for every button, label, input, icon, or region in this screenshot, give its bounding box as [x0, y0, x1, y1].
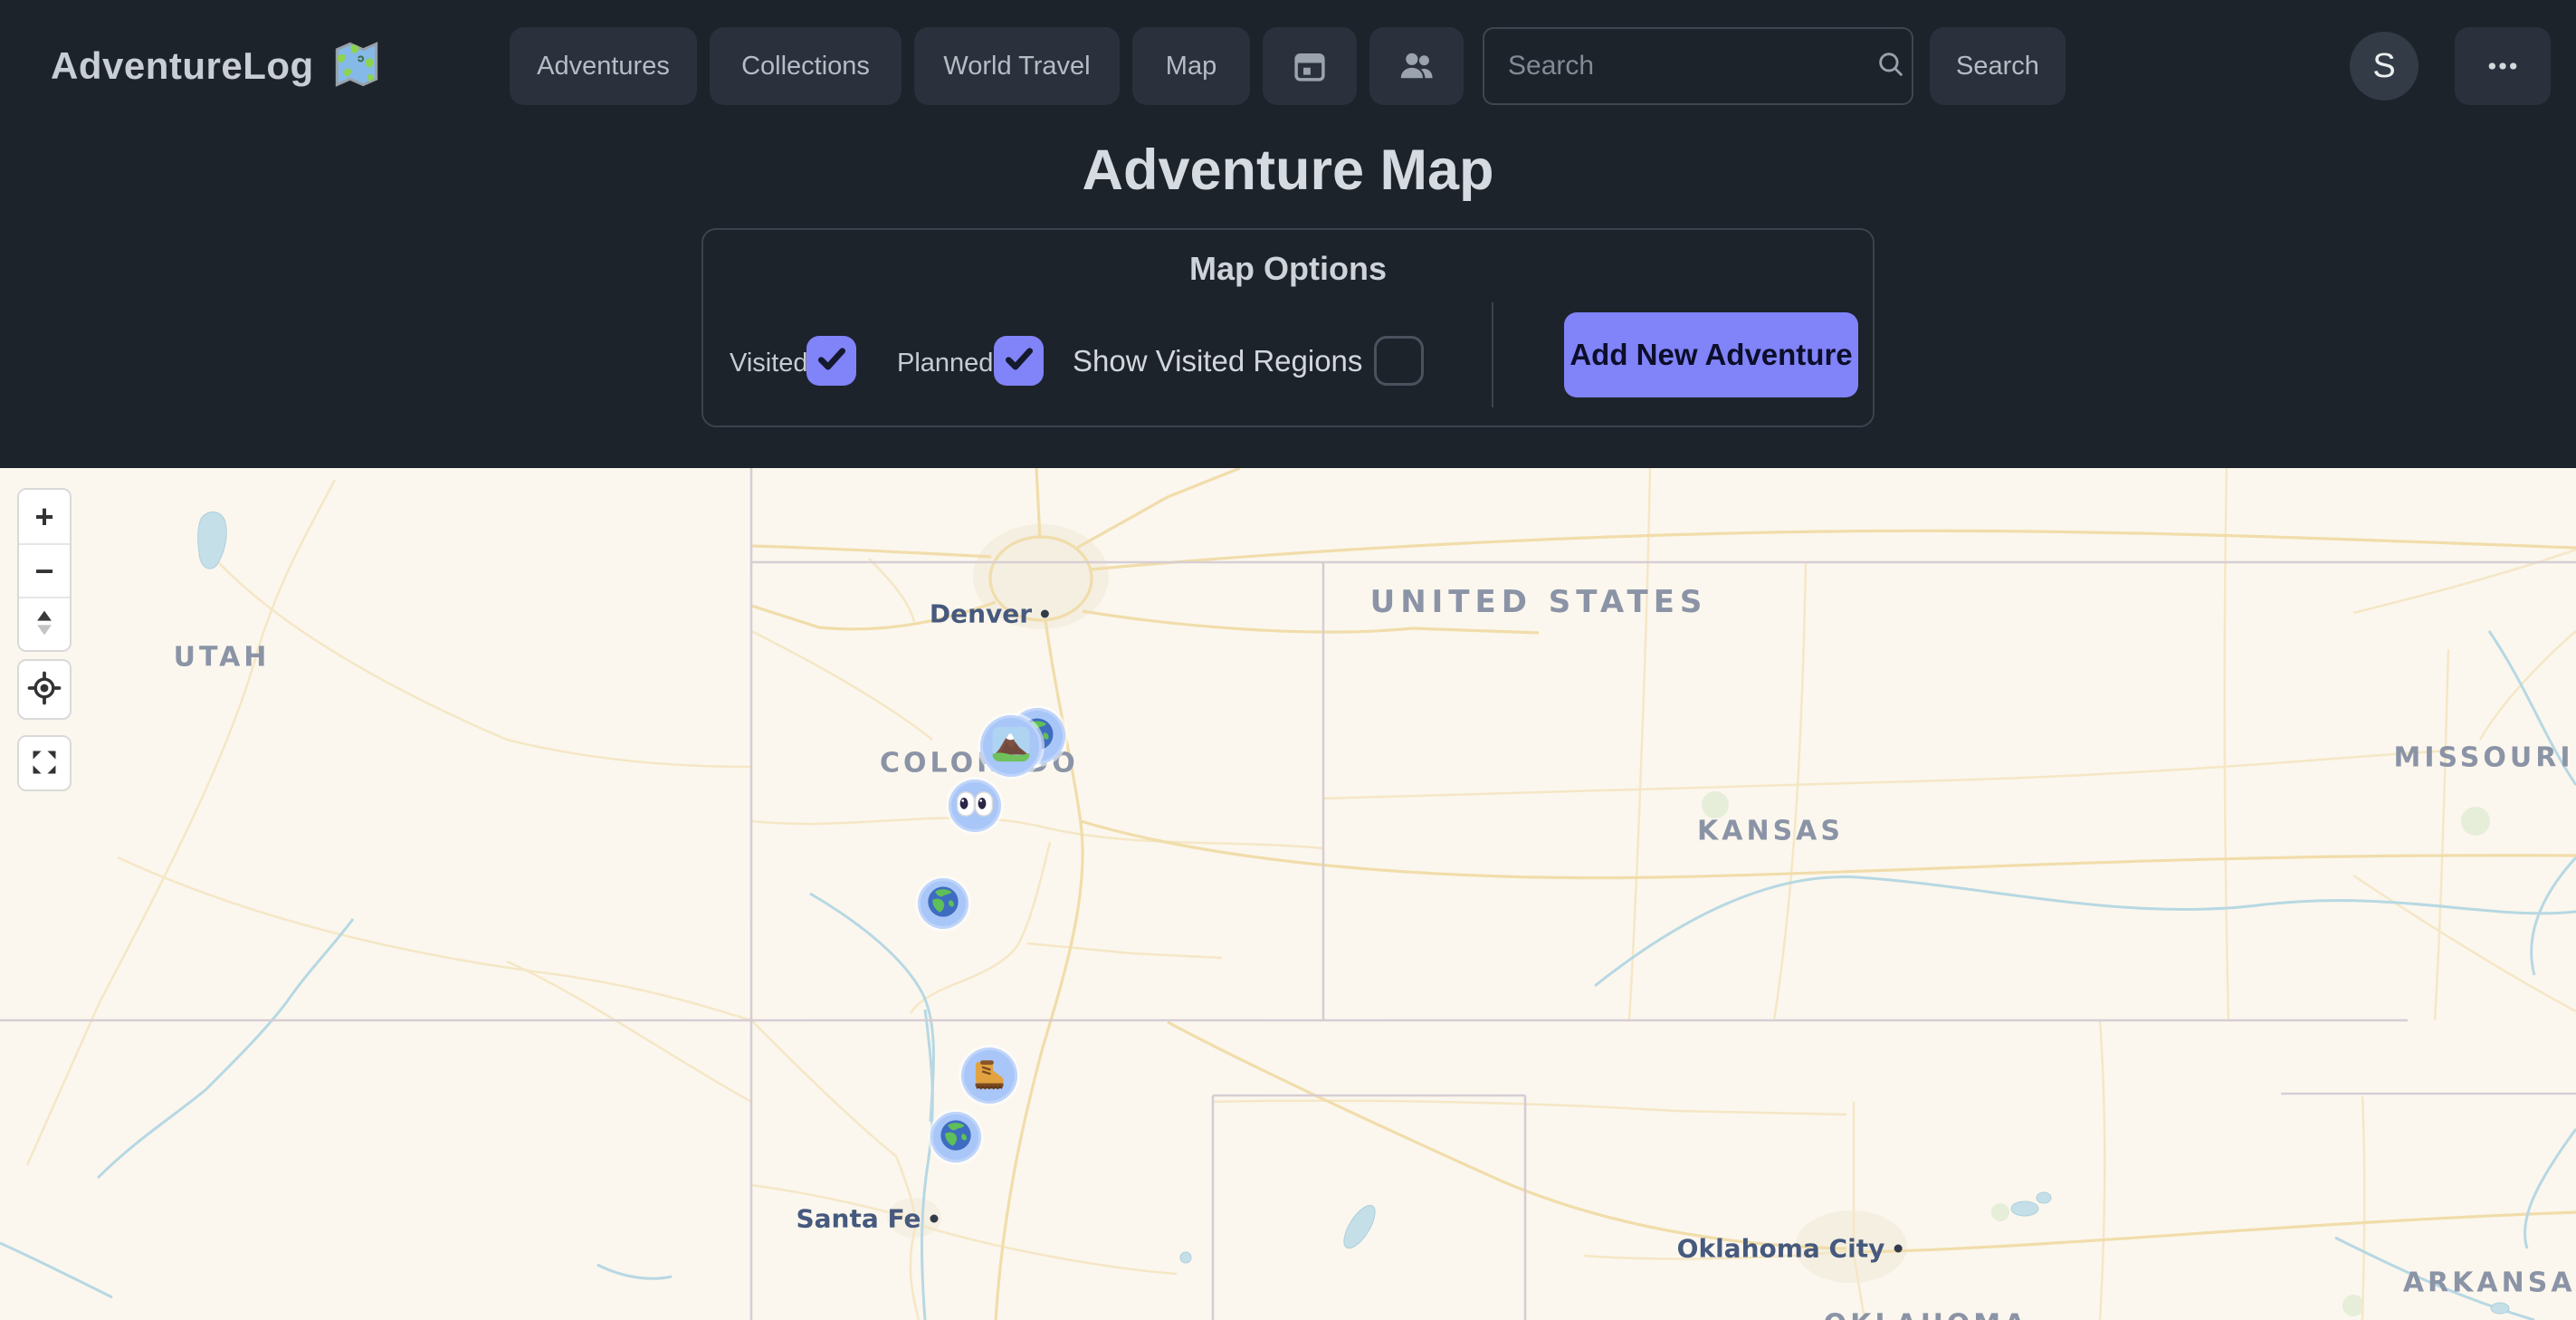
- boot-icon: [970, 1055, 1008, 1097]
- city-dot: [930, 1215, 939, 1223]
- ellipsis-icon: [2485, 48, 2521, 84]
- adventure-marker-globe-mid[interactable]: [918, 878, 968, 929]
- nav-adventures[interactable]: Adventures: [510, 27, 697, 105]
- calendar-icon: [1291, 47, 1329, 85]
- adventure-marker-globe-south[interactable]: [930, 1112, 981, 1162]
- zoom-in-button[interactable]: +: [19, 490, 70, 543]
- country-label-united-states: UNITED STATES: [1370, 584, 1708, 620]
- pitch-toggle-button[interactable]: [19, 597, 70, 650]
- avatar-initial: S: [2372, 47, 2395, 86]
- users-icon: [1397, 46, 1436, 86]
- geolocate-button[interactable]: [19, 661, 70, 718]
- search-input[interactable]: [1484, 51, 1875, 81]
- calendar-button[interactable]: [1263, 27, 1357, 105]
- adventure-marker-mountain[interactable]: [980, 715, 1042, 777]
- map-canvas: [0, 468, 2576, 1320]
- adventure-marker-eyes[interactable]: [949, 780, 1001, 832]
- state-label-missouri: MISSOURI: [2393, 742, 2573, 774]
- map-options-title: Map Options: [703, 250, 1873, 288]
- city-dot: [1041, 610, 1049, 618]
- search-field: [1483, 27, 1913, 105]
- show-visited-regions-label: Show Visited Regions: [1073, 344, 1362, 378]
- city-label-denver: Denver: [930, 599, 1049, 629]
- map-options-panel: Map Options Visited Planned Show Visited…: [701, 228, 1875, 427]
- globe-icon: [938, 1117, 974, 1158]
- app-title: AdventureLog: [51, 44, 314, 88]
- state-label-arkansas: ARKANSAS: [2403, 1267, 2576, 1299]
- show-visited-regions-checkbox[interactable]: [1374, 336, 1424, 386]
- search-icon: [1875, 49, 1906, 84]
- adventure-map[interactable]: UTAH COLORADO UNITED STATES KANSAS MISSO…: [0, 468, 2576, 1320]
- city-label-oklahoma-city: Oklahoma City: [1677, 1234, 1903, 1264]
- city-label-santa-fe: Santa Fe: [796, 1204, 938, 1234]
- nav-world-travel[interactable]: World Travel: [914, 27, 1120, 105]
- avatar[interactable]: S: [2350, 32, 2419, 100]
- shared-users-button[interactable]: [1369, 27, 1464, 105]
- zoom-out-button[interactable]: −: [19, 543, 70, 597]
- geolocate-control: [17, 659, 72, 720]
- city-label-text: Oklahoma City: [1677, 1234, 1885, 1264]
- planned-label: Planned: [897, 346, 993, 380]
- app-header: AdventureLog Adventures Collections Worl…: [0, 0, 2576, 468]
- page-title: Adventure Map: [0, 138, 2576, 203]
- overflow-menu-button[interactable]: [2455, 27, 2551, 105]
- minus-icon: −: [34, 555, 53, 588]
- globe-icon: [925, 884, 961, 924]
- visited-checkbox[interactable]: [806, 336, 856, 386]
- eyes-icon: [956, 790, 994, 822]
- options-divider: [1492, 302, 1493, 407]
- planned-checkbox[interactable]: [994, 336, 1044, 386]
- plus-icon: +: [34, 501, 53, 533]
- pitch-icon: [31, 607, 58, 641]
- mountain-icon: [990, 723, 1032, 770]
- nav-map[interactable]: Map: [1132, 27, 1250, 105]
- city-label-text: Santa Fe: [796, 1204, 921, 1234]
- visited-label: Visited: [730, 346, 808, 380]
- zoom-control-group: + −: [17, 488, 72, 652]
- state-label-utah: UTAH: [174, 642, 271, 674]
- fullscreen-icon: [29, 747, 60, 780]
- check-icon: [1001, 340, 1037, 381]
- nav-collections[interactable]: Collections: [710, 27, 902, 105]
- world-map-icon: [330, 38, 383, 95]
- app-logo[interactable]: AdventureLog: [51, 27, 383, 105]
- city-dot: [1894, 1245, 1902, 1253]
- state-label-kansas: KANSAS: [1697, 816, 1844, 847]
- check-icon: [814, 340, 850, 381]
- fullscreen-control: [17, 735, 72, 791]
- locate-icon: [27, 671, 62, 708]
- adventure-marker-boot[interactable]: [961, 1047, 1017, 1104]
- fullscreen-button[interactable]: [19, 737, 70, 789]
- search-button[interactable]: Search: [1930, 27, 2066, 105]
- add-new-adventure-button[interactable]: Add New Adventure: [1564, 312, 1858, 397]
- city-label-text: Denver: [930, 599, 1032, 629]
- state-label-oklahoma: OKLAHOMA: [1824, 1309, 2029, 1320]
